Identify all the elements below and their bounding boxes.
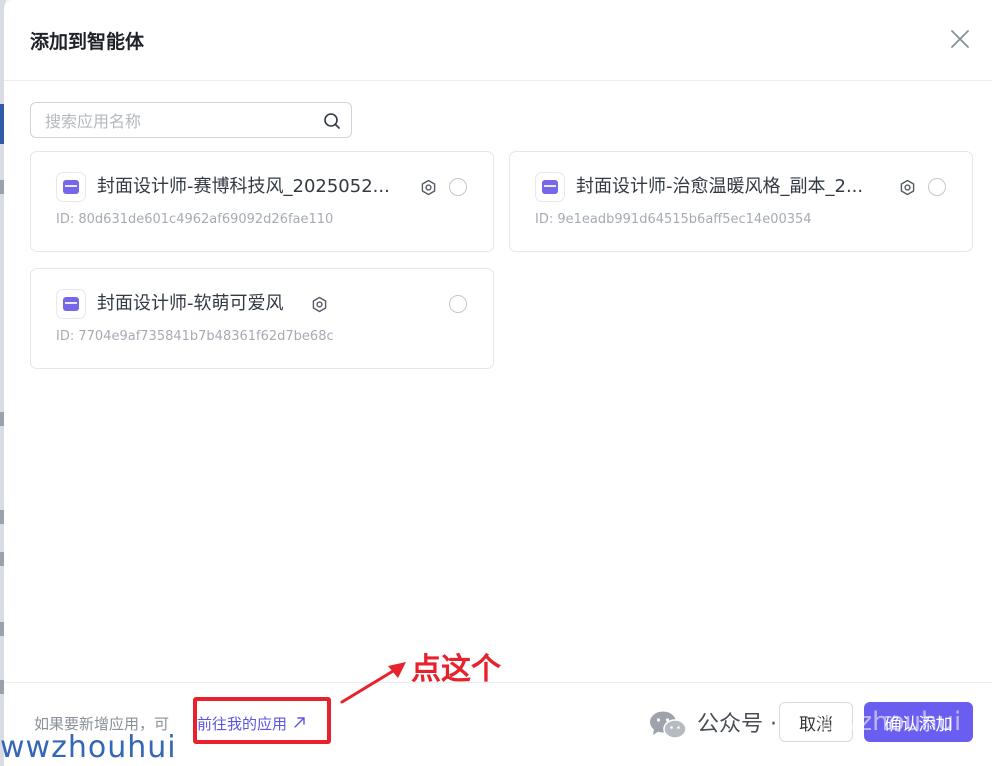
close-button[interactable] — [947, 26, 973, 52]
dialog-title: 添加到智能体 — [30, 31, 145, 53]
app-box-icon — [56, 172, 86, 202]
app-id: ID: 9e1eadb991d64515b6aff5ec14e00354 — [535, 212, 812, 227]
external-arrow-icon — [293, 713, 306, 735]
annotation-arrow-icon — [340, 662, 406, 704]
go-to-my-apps-link[interactable]: 前往我的应用 — [197, 713, 306, 735]
cancel-button[interactable]: 取消 — [779, 702, 853, 742]
app-name: 封面设计师-软萌可爱风 — [97, 293, 284, 314]
app-box-icon — [56, 289, 86, 319]
annotation-text: 点这个 — [411, 652, 501, 687]
confirm-add-button[interactable]: 确认添加 — [864, 702, 973, 742]
app-id: ID: 7704e9af735841b7b48361f62d7be68c — [56, 329, 334, 344]
app-card[interactable]: 封面设计师-软萌可爱风 ID: 7704e9af735841b7b48361f6… — [30, 268, 494, 369]
search-icon[interactable] — [323, 112, 341, 130]
select-radio[interactable] — [928, 178, 946, 196]
settings-icon[interactable] — [420, 179, 437, 196]
corner-watermark: wwzhouhui — [0, 730, 177, 765]
search-box[interactable] — [30, 102, 352, 138]
header-divider — [4, 80, 992, 81]
add-to-agent-dialog: 添加到智能体 封面设计师-赛博科技风_2025052... ID: 80d631… — [4, 0, 992, 766]
close-icon — [951, 30, 969, 48]
app-id: ID: 80d631de601c4962af69092d26fae110 — [56, 212, 334, 227]
wechat-icon — [650, 711, 687, 739]
select-radio[interactable] — [449, 295, 467, 313]
link-label: 前往我的应用 — [197, 715, 288, 733]
app-card[interactable]: 封面设计师-治愈温暖风格_副本_2... ID: 9e1eadb991d6451… — [509, 151, 973, 252]
select-radio[interactable] — [449, 178, 467, 196]
wechat-account-watermark: 公众号 · — [697, 712, 777, 737]
app-box-icon — [535, 172, 565, 202]
settings-icon[interactable] — [899, 179, 916, 196]
settings-icon[interactable] — [311, 296, 328, 313]
app-name: 封面设计师-治愈温暖风格_副本_2... — [576, 176, 864, 197]
search-input[interactable] — [43, 109, 307, 133]
app-card[interactable]: 封面设计师-赛博科技风_2025052... ID: 80d631de601c4… — [30, 151, 494, 252]
app-name: 封面设计师-赛博科技风_2025052... — [97, 176, 390, 197]
